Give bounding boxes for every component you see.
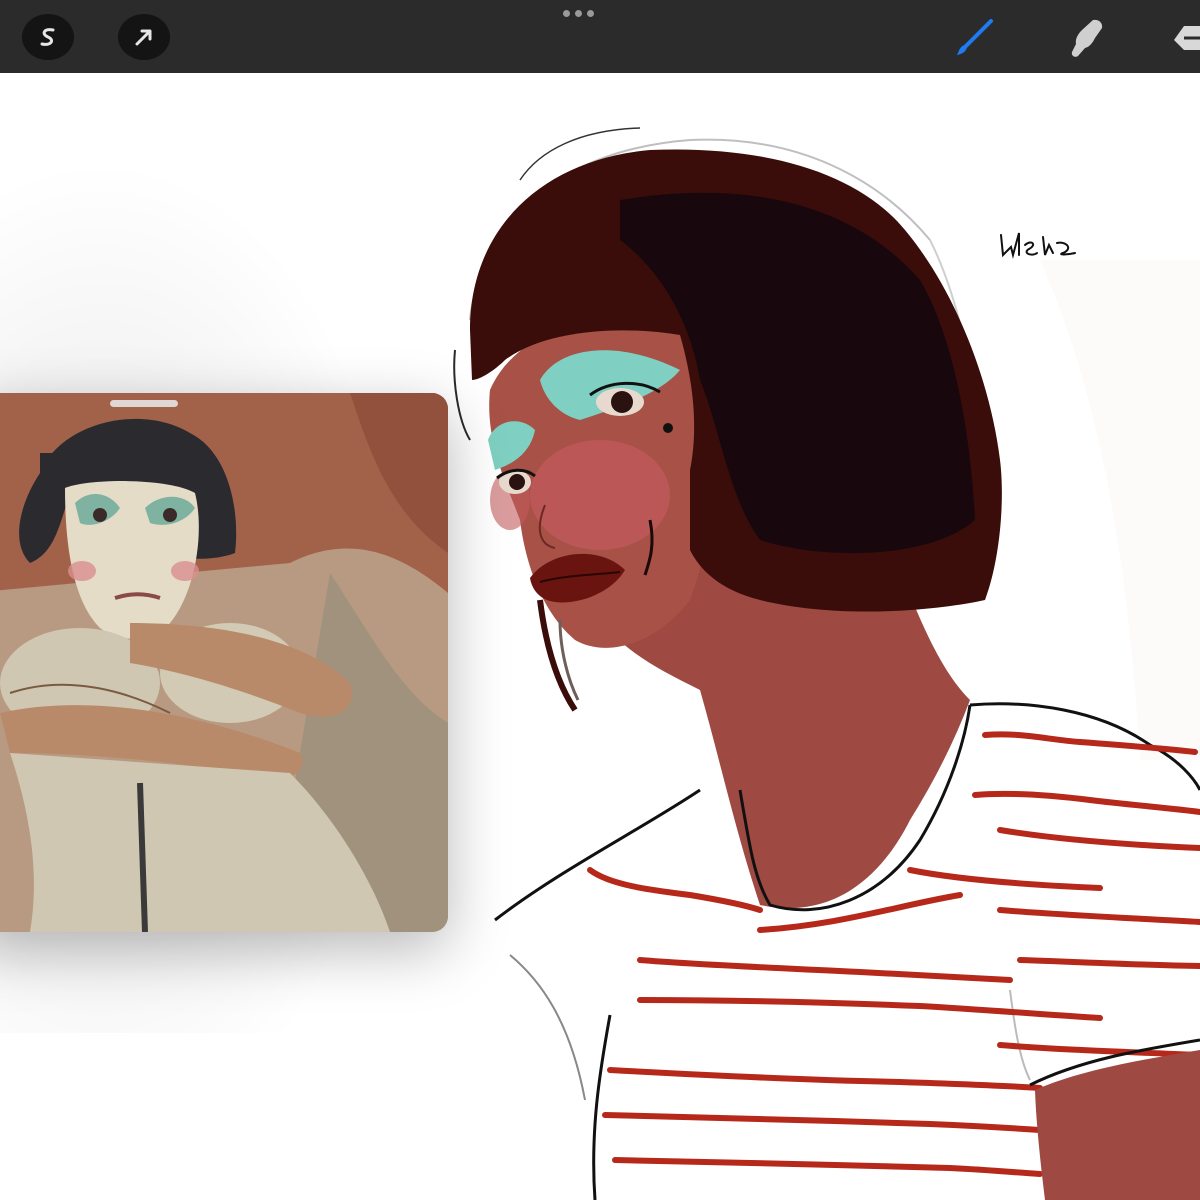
selection-tool-button[interactable]: [22, 14, 74, 60]
arrow-cursor-icon: [135, 29, 152, 46]
reference-panel[interactable]: [0, 393, 448, 932]
smudge-finger-icon: [1071, 19, 1103, 57]
artist-signature: [1000, 232, 1076, 259]
eraser-tool-button[interactable]: [1168, 10, 1200, 65]
reference-image: [0, 393, 448, 932]
s-curve-icon: [40, 28, 55, 46]
reference-drag-handle[interactable]: [110, 400, 178, 407]
brush-tool-button[interactable]: [944, 10, 1004, 65]
top-toolbar: [0, 0, 1200, 73]
ellipsis-icon[interactable]: [563, 10, 599, 22]
smudge-tool-button[interactable]: [1056, 10, 1116, 65]
transform-tool-button[interactable]: [118, 14, 170, 60]
brush-icon: [957, 18, 993, 55]
eraser-icon: [1174, 25, 1200, 50]
